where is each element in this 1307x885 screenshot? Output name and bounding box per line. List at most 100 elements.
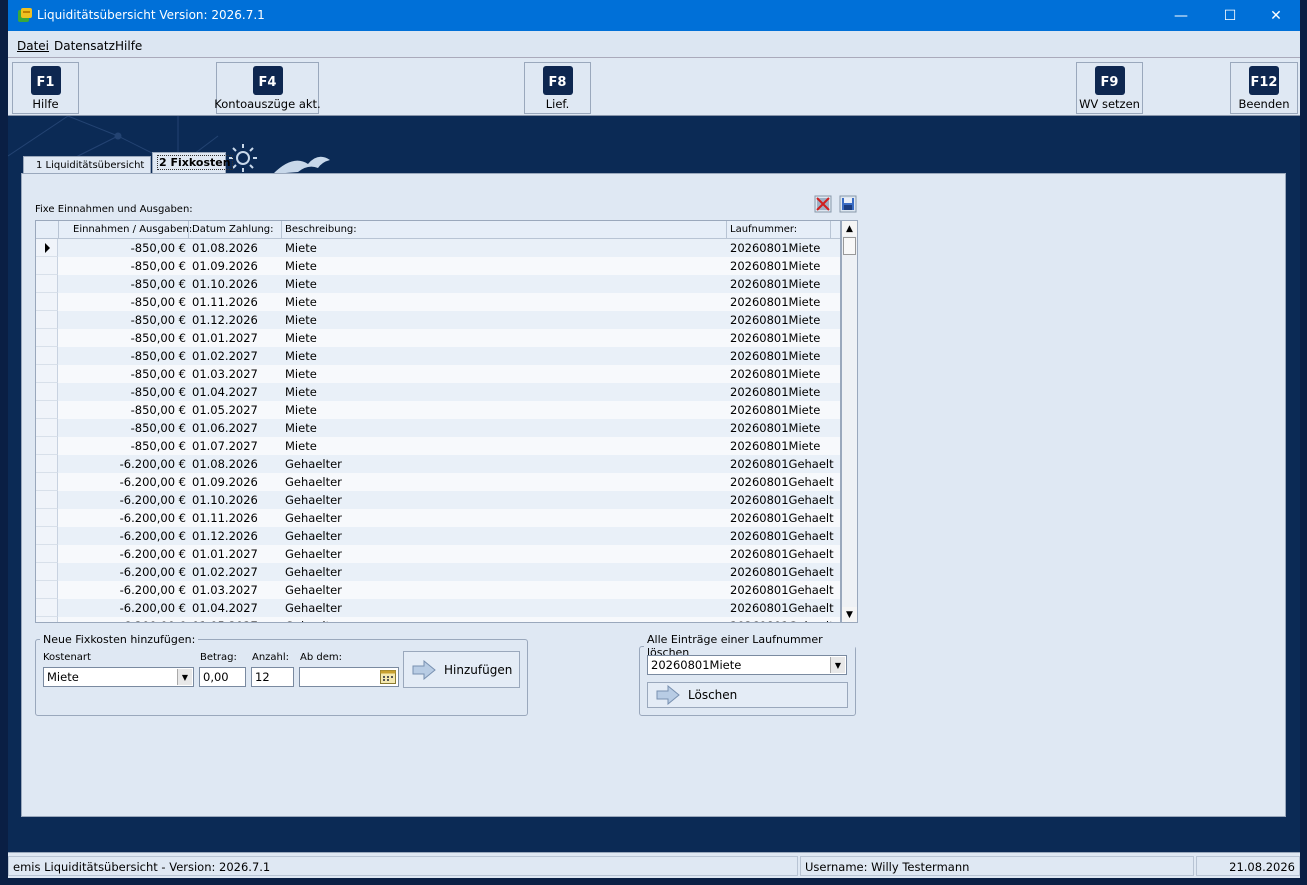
f9-resubmission-button[interactable]: F9 WV setzen (1076, 62, 1143, 114)
table-row[interactable]: -6.200,00 € 01.08.2026 Gehaelter 20260801Ge… (36, 455, 840, 473)
row-selector[interactable] (36, 347, 58, 365)
row-selector[interactable] (36, 599, 58, 617)
row-selector[interactable] (36, 473, 58, 491)
row-selector[interactable] (36, 563, 58, 581)
table-row[interactable]: -850,00 € 01.04.2027 Miete 20260801Miete (36, 383, 840, 401)
table-row[interactable]: -6.200,00 € 01.12.2026 Gehaelter 20260801Ge… (36, 527, 840, 545)
f12-exit-button[interactable]: F12 Beenden (1230, 62, 1298, 114)
cell-description: Miete (285, 277, 317, 291)
menu-datensatz[interactable]: Datensatz (54, 39, 115, 53)
table-row[interactable]: -6.200,00 € 01.03.2027 Gehaelter 20260801Ge… (36, 581, 840, 599)
run-number-select[interactable]: 20260801Miete ▼ (647, 655, 847, 675)
table-row[interactable]: -850,00 € 01.10.2026 Miete 20260801Miete (36, 275, 840, 293)
column-header-description[interactable]: Beschreibung: (285, 224, 357, 235)
tab-fixed-costs-label: 2 Fixkosten (157, 155, 233, 170)
calendar-icon[interactable] (380, 670, 396, 684)
scroll-up-icon[interactable]: ▲ (842, 221, 857, 236)
f8-supplier-button[interactable]: F8 Lief. (524, 62, 591, 114)
row-selector[interactable] (36, 293, 58, 311)
cell-amount: -850,00 € (130, 295, 186, 309)
table-row[interactable]: -850,00 € 01.05.2027 Miete 20260801Miete (36, 401, 840, 419)
grid-vertical-scrollbar[interactable]: ▲ ▼ (841, 220, 858, 623)
close-button[interactable]: ✕ (1253, 0, 1299, 31)
cell-description: Miete (285, 403, 317, 417)
start-date-input[interactable] (299, 667, 399, 687)
delete-record-icon[interactable] (814, 195, 832, 213)
menu-hilfe[interactable]: Hilfe (115, 39, 142, 53)
chevron-down-icon[interactable]: ▼ (177, 669, 192, 685)
cost-type-select[interactable]: Miete ▼ (43, 667, 194, 687)
row-selector[interactable] (36, 419, 58, 437)
f9-label: WV setzen (1079, 97, 1140, 111)
close-icon: ✕ (1270, 7, 1282, 24)
row-selector[interactable] (36, 383, 58, 401)
table-row[interactable]: -6.200,00 € 01.10.2026 Gehaelter 20260801Ge… (36, 491, 840, 509)
cell-amount: -850,00 € (130, 259, 186, 273)
column-header-amount[interactable]: Einnahmen / Ausgaben: (73, 224, 192, 235)
chevron-down-icon[interactable]: ▼ (830, 657, 845, 673)
fixed-costs-grid[interactable]: Einnahmen / Ausgaben: Datum Zahlung: Bes… (35, 220, 841, 623)
count-input[interactable]: 12 (251, 667, 294, 687)
table-row[interactable]: -850,00 € 01.03.2027 Miete 20260801Miete (36, 365, 840, 383)
cell-date: 01.04.2027 (192, 385, 258, 399)
row-selector[interactable] (36, 455, 58, 473)
row-selector[interactable] (36, 617, 58, 622)
table-row[interactable]: -850,00 € 01.01.2027 Miete 20260801Miete (36, 329, 840, 347)
table-row[interactable]: -850,00 € 01.11.2026 Miete 20260801Miete (36, 293, 840, 311)
row-selector[interactable] (36, 491, 58, 509)
row-selector[interactable] (36, 329, 58, 347)
table-row[interactable]: -850,00 € 01.08.2026 Miete 20260801Miete (36, 239, 840, 257)
row-selector[interactable] (36, 509, 58, 527)
cell-description: Gehaelter (285, 583, 342, 597)
maximize-button[interactable]: ☐ (1207, 0, 1253, 31)
row-selector[interactable] (36, 401, 58, 419)
cell-run-number: 20260801Gehaelt (730, 565, 834, 579)
scroll-thumb[interactable] (843, 237, 856, 255)
table-row[interactable]: -850,00 € 01.06.2027 Miete 20260801Miete (36, 419, 840, 437)
grid-caption: Fixe Einnahmen und Ausgaben: (35, 204, 193, 215)
row-selector[interactable] (36, 239, 58, 257)
row-selector[interactable] (36, 257, 58, 275)
cell-date: 01.09.2026 (192, 475, 258, 489)
cell-amount: -850,00 € (130, 367, 186, 381)
cell-amount: -6.200,00 € (119, 529, 186, 543)
table-row[interactable]: -850,00 € 01.07.2027 Miete 20260801Miete (36, 437, 840, 455)
row-selector[interactable] (36, 545, 58, 563)
row-selector[interactable] (36, 437, 58, 455)
row-selector[interactable] (36, 275, 58, 293)
grid-header: Einnahmen / Ausgaben: Datum Zahlung: Bes… (36, 221, 840, 239)
minimize-button[interactable]: — (1158, 0, 1204, 31)
save-icon[interactable] (839, 195, 857, 213)
table-row[interactable]: -850,00 € 01.12.2026 Miete 20260801Miete (36, 311, 840, 329)
cell-description: Gehaelter (285, 529, 342, 543)
row-selector[interactable] (36, 311, 58, 329)
table-row[interactable]: -6.200,00 € 01.11.2026 Gehaelter 20260801Ge… (36, 509, 840, 527)
row-selector[interactable] (36, 365, 58, 383)
f1-help-button[interactable]: F1 Hilfe (12, 62, 79, 114)
f4-statements-button[interactable]: F4 Kontoauszüge akt. (214, 62, 321, 114)
palm-icon (273, 156, 330, 174)
table-row[interactable]: -850,00 € 01.09.2026 Miete 20260801Miete (36, 257, 840, 275)
row-selector[interactable] (36, 527, 58, 545)
add-button[interactable]: Hinzufügen (403, 651, 520, 688)
table-row[interactable]: -6.200,00 € 01.02.2027 Gehaelter 20260801Ge… (36, 563, 840, 581)
tab-liquidity-overview[interactable]: 1 Liquiditätsübersicht (23, 156, 151, 174)
table-row[interactable]: -6.200,00 € 01.09.2026 Gehaelter 20260801Ge… (36, 473, 840, 491)
delete-button-label: Löschen (688, 688, 738, 702)
menu-datei[interactable]: Datei (17, 39, 49, 53)
amount-input[interactable]: 0,00 (199, 667, 246, 687)
delete-button[interactable]: Löschen (647, 682, 848, 708)
table-row[interactable]: -6.200,00 € 01.01.2027 Gehaelter 20260801Ge… (36, 545, 840, 563)
f8-label: Lief. (545, 97, 570, 111)
row-selector[interactable] (36, 581, 58, 599)
count-label: Anzahl: (252, 652, 290, 663)
tab-fixed-costs[interactable]: 2 Fixkosten (152, 152, 233, 174)
column-header-date[interactable]: Datum Zahlung: (192, 224, 274, 235)
title-bar[interactable]: Liquiditätsübersicht Version: 2026.7.1 —… (8, 0, 1300, 31)
column-header-run-number[interactable]: Laufnummer: (730, 224, 797, 235)
table-row[interactable]: -6.200,00 € 01.04.2027 Gehaelter 20260801Ge… (36, 599, 840, 617)
table-row[interactable]: -850,00 € 01.02.2027 Miete 20260801Miete (36, 347, 840, 365)
table-row[interactable]: -6.200,00 € 01.05.2027 Gehaelter 20260801Ge… (36, 617, 840, 622)
scroll-down-icon[interactable]: ▼ (842, 607, 857, 622)
cell-run-number: 20260801Gehaelt (730, 583, 834, 597)
